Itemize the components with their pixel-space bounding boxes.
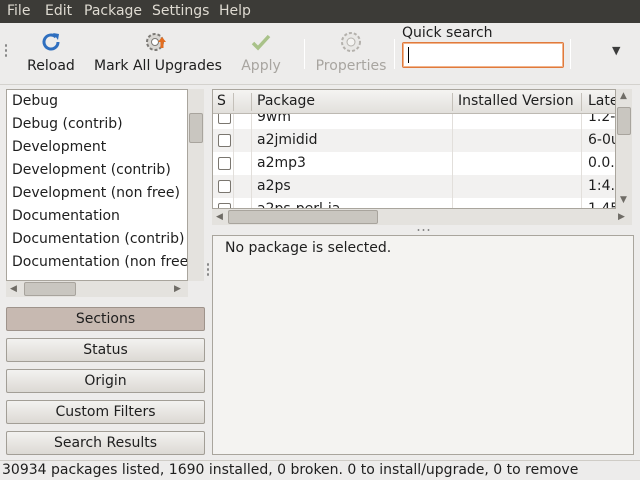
column-gridline [251,114,252,208]
pane-resize-grip-icon[interactable] [206,262,210,278]
package-name: a2jmidid [257,132,318,148]
menu-settings[interactable]: Settings [152,3,209,19]
text-cursor [408,47,409,63]
latest-version: 1:4.14 [588,178,615,194]
custom-filters-button[interactable]: Custom Filters [6,400,205,424]
pane-resize-grip-icon[interactable] [416,228,430,232]
row-checkbox[interactable] [218,157,231,170]
latest-version: 6-0ubuntu1 [588,132,615,148]
table-row[interactable]: a2jmidid 6-0ubuntu1 [213,129,615,152]
search-results-label: Search Results [53,435,158,451]
latest-version: 1.45 [588,201,615,209]
menu-package[interactable]: Package [84,3,142,19]
reload-button[interactable]: Reload [22,29,80,74]
column-gridline [233,114,234,208]
status-text: 30934 packages listed, 1690 installed, 0… [2,462,579,478]
table-header-labels: S Package Installed Version Latest Versi… [213,90,615,114]
scroll-up-arrow-icon[interactable]: ▲ [620,91,627,101]
toolbar-overflow-chevron-down-icon[interactable]: ▼ [612,44,620,57]
menu-file[interactable]: File [7,3,30,19]
reload-icon [38,29,64,55]
toolbar-separator [304,39,305,69]
package-name: a2ps-perl-ja [257,201,341,209]
latest-version: 0.0.1 [588,155,615,171]
properties-label: Properties [315,58,387,74]
row-checkbox[interactable] [218,180,231,193]
custom-filters-label: Custom Filters [55,404,156,420]
column-divider [452,93,453,111]
list-item[interactable]: Development (non free) [12,185,180,201]
package-table-horizontal-scrollbar[interactable]: ◀ ▶ [212,209,632,225]
package-name: a2mp3 [257,155,306,171]
list-item[interactable]: Debug (contrib) [12,116,123,132]
package-table-vertical-scrollbar[interactable]: ▲ ▼ [616,89,632,209]
apply-label: Apply [241,58,281,74]
column-header-status[interactable]: S [217,93,226,109]
scroll-right-arrow-icon[interactable]: ▶ [618,212,625,222]
section-list-vertical-scrollbar[interactable] [188,89,204,281]
checkmark-icon [248,29,274,55]
upgrade-gear-icon [143,29,169,55]
apply-button[interactable]: Apply [236,29,286,74]
mark-all-upgrades-button[interactable]: Mark All Upgrades [94,29,222,74]
column-header-latest-version[interactable]: Latest Version [588,93,615,109]
scrollbar-thumb[interactable] [617,107,631,135]
scroll-left-arrow-icon[interactable]: ◀ [216,212,223,222]
table-row[interactable]: a2ps-perl-ja 1.45 [213,198,615,209]
section-list[interactable]: Debug Debug (contrib) Development Develo… [6,89,188,281]
quick-search-label: Quick search [402,25,493,41]
sections-filter-button[interactable]: Sections [6,307,205,331]
menubar: File Edit Package Settings Help [0,0,640,23]
menu-edit[interactable]: Edit [45,3,72,19]
scroll-right-arrow-icon[interactable]: ▶ [174,284,181,294]
column-divider [233,93,234,111]
package-details-pane: No package is selected. [212,235,634,455]
column-divider [581,93,582,111]
reload-label: Reload [27,58,75,74]
package-table[interactable]: S Package Installed Version Latest Versi… [212,89,616,209]
properties-gear-icon [338,29,364,55]
list-item[interactable]: Development (contrib) [12,162,171,178]
list-item[interactable]: Debug [12,93,58,109]
origin-filter-button[interactable]: Origin [6,369,205,393]
list-item[interactable]: Documentation (non free) [12,254,187,270]
quick-search-input[interactable] [402,42,564,68]
scrollbar-thumb[interactable] [24,282,76,296]
list-item[interactable]: Documentation (contrib) [12,231,184,247]
column-header-installed-version[interactable]: Installed Version [458,93,574,109]
column-gridline [581,114,582,208]
scroll-left-arrow-icon[interactable]: ◀ [10,284,17,294]
list-item[interactable]: Development [12,139,106,155]
scroll-down-arrow-icon[interactable]: ▼ [620,195,627,205]
status-filter-button[interactable]: Status [6,338,205,362]
column-gridline [452,114,453,208]
column-header-package[interactable]: Package [257,93,315,109]
column-divider [251,93,252,111]
table-row[interactable]: a2ps 1:4.14 [213,175,615,198]
list-item[interactable]: Documentation [12,208,120,224]
search-results-button[interactable]: Search Results [6,431,205,455]
details-text: No package is selected. [225,240,392,256]
toolbar-separator [570,39,571,69]
sections-filter-label: Sections [75,311,136,327]
row-checkbox[interactable] [218,134,231,147]
toolbar-grip-icon[interactable] [4,43,8,59]
status-bar: 30934 packages listed, 1690 installed, 0… [0,460,640,480]
section-list-horizontal-scrollbar[interactable]: ◀ ▶ [6,281,188,297]
mark-all-upgrades-label: Mark All Upgrades [94,58,222,74]
status-filter-label: Status [83,342,128,358]
origin-filter-label: Origin [84,373,127,389]
toolbar-separator [394,39,395,69]
properties-button[interactable]: Properties [314,29,388,74]
scrollbar-thumb[interactable] [228,210,378,224]
menu-help[interactable]: Help [219,3,251,19]
package-name: a2ps [257,178,291,194]
table-row[interactable]: a2mp3 0.0.1 [213,152,615,175]
scrollbar-thumb[interactable] [189,113,203,143]
